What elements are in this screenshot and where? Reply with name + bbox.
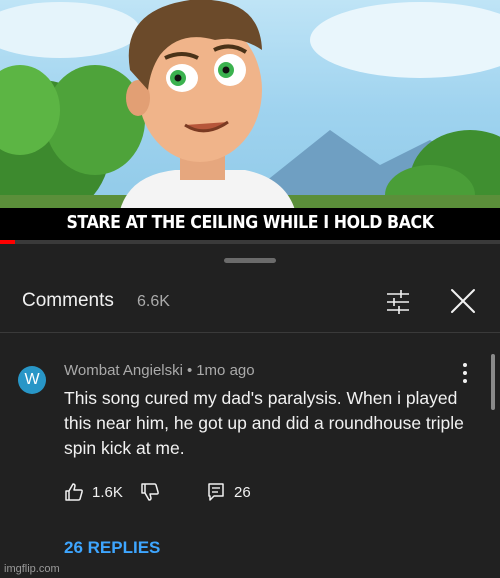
meta-separator: • xyxy=(186,362,193,379)
comments-header: Comments 6.6K xyxy=(0,274,500,334)
reply-count: 26 xyxy=(234,483,251,501)
dislike-button[interactable] xyxy=(140,482,160,502)
watermark: imgflip.com xyxy=(4,563,60,575)
filter-icon[interactable] xyxy=(384,288,412,316)
view-replies-button[interactable]: 26 REPLIES xyxy=(64,538,160,558)
video-caption: STARE AT THE CEILING WHILE I HOLD BACK xyxy=(66,212,434,233)
comments-panel: Comments 6.6K W Wombat Angielski • 1mo ago xyxy=(0,244,500,578)
thumbs-down-icon xyxy=(141,483,159,501)
comment-time: 1mo ago xyxy=(196,362,255,379)
comment-item: W Wombat Angielski • 1mo ago This song cur… xyxy=(0,344,500,574)
close-icon[interactable] xyxy=(450,288,476,314)
header-divider xyxy=(0,332,500,333)
comment-author[interactable]: Wombat Angielski xyxy=(64,362,183,379)
comments-count: 6.6K xyxy=(137,293,170,310)
like-button[interactable]: 1.6K xyxy=(64,482,123,502)
video-player[interactable]: STARE AT THE CEILING WHILE I HOLD BACK xyxy=(0,0,500,244)
scrollbar[interactable] xyxy=(491,354,495,410)
comments-title: Comments xyxy=(22,290,114,311)
avatar[interactable]: W xyxy=(18,366,46,394)
comment-text: This song cured my dad's paralysis. When… xyxy=(64,388,464,458)
kebab-menu-icon[interactable] xyxy=(458,362,472,384)
reply-icon xyxy=(208,483,224,501)
comment-actions: 1.6K 26 xyxy=(64,482,324,506)
comment-meta: Wombat Angielski • 1mo ago xyxy=(64,362,255,379)
reply-button[interactable]: 26 xyxy=(206,482,251,502)
thumbs-up-icon xyxy=(65,483,83,501)
like-count: 1.6K xyxy=(92,483,123,501)
drag-handle[interactable] xyxy=(224,258,276,263)
